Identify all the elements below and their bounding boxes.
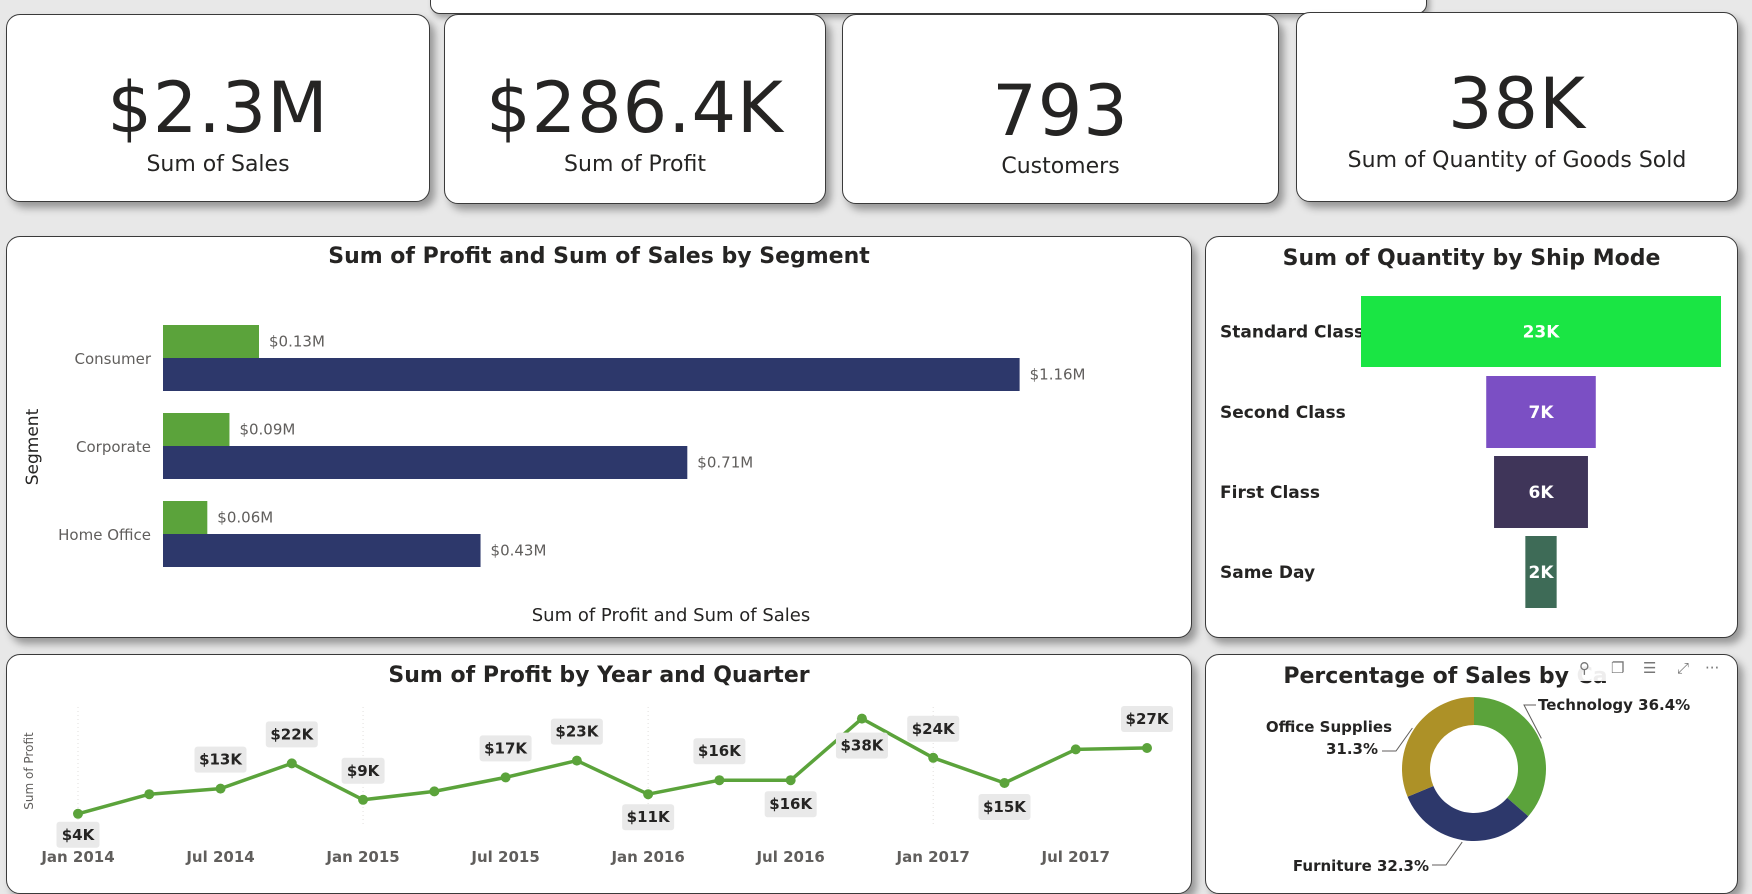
profit-point — [286, 758, 297, 769]
bar-data-label: $0.13M — [269, 333, 325, 351]
segment-tick-label: Corporate — [76, 438, 151, 456]
kpi-card-sales[interactable]: $2.3M Sum of Sales — [6, 14, 430, 202]
bar-data-label: $0.06M — [217, 509, 273, 527]
profit-point — [73, 808, 83, 819]
category-donut-chart: Technology 36.4% Furniture 32.3% Office Su… — [1266, 696, 1690, 875]
funnel-data-label: 7K — [1528, 403, 1554, 423]
kpi-value: $2.3M — [107, 67, 329, 149]
leader-line — [1432, 841, 1463, 866]
profit-point — [358, 794, 369, 805]
ship-mode-label: Same Day — [1220, 563, 1315, 583]
y-axis-title: Sum of Profit — [22, 732, 36, 810]
more-options-icon[interactable]: ··· — [1705, 659, 1719, 677]
funnel-data-label: 23K — [1523, 323, 1561, 343]
line-data-label: $16K — [769, 795, 813, 813]
line-data-label: $24K — [912, 720, 956, 738]
copy-icon[interactable]: ❐ — [1611, 659, 1624, 677]
x-tick-label: Jan 2017 — [896, 848, 970, 866]
kpi-label: Customers — [1001, 154, 1120, 179]
donut-data-label: Technology 36.4% — [1538, 696, 1690, 714]
kpi-label: Sum of Sales — [146, 152, 290, 177]
donut-slice — [1474, 697, 1546, 817]
y-axis-title: Segment — [23, 408, 43, 485]
profit-point — [1142, 743, 1152, 753]
kpi-card-profit[interactable]: $286.4K Sum of Profit — [444, 14, 826, 204]
funnel-data-label: 6K — [1528, 483, 1554, 503]
sales-bar — [163, 446, 688, 479]
kpi-value: 793 — [992, 70, 1129, 152]
filter-icon[interactable]: ☰ — [1643, 659, 1656, 677]
ship-mode-funnel-chart: Standard Class 23K Second Class 7K First Cla… — [1220, 296, 1721, 608]
x-tick-label: Jan 2015 — [325, 848, 399, 866]
focus-mode-icon[interactable]: ⤢ — [1677, 659, 1689, 677]
profit-point — [215, 783, 226, 794]
profit-line-chart-card[interactable]: Sum of Profit by Year and Quarter $4K $13… — [6, 654, 1192, 894]
donut-slice — [1402, 697, 1474, 797]
x-tick-label: Jul 2015 — [470, 848, 539, 866]
profit-point — [856, 713, 867, 724]
bar-data-label: $1.16M — [1030, 366, 1086, 384]
profit-point — [785, 775, 796, 786]
bar-data-label: $0.09M — [239, 421, 295, 439]
visual-header-toolbar: ⚲ ❐ ☰ ⤢ ··· — [1571, 657, 1731, 681]
top-shape — [430, 0, 1427, 14]
donut-data-label: Office Supplies — [1266, 718, 1392, 736]
line-data-label: $4K — [62, 826, 96, 844]
profit-line-chart: $4K $13K $22K $9K $17K $23K $11K $16K $16K $38K $2… — [22, 706, 1173, 866]
bar-data-label: $0.71M — [697, 454, 753, 472]
kpi-label: Sum of Quantity of Goods Sold — [1347, 148, 1687, 173]
segment-tick-label: Home Office — [58, 526, 151, 544]
kpi-card-customers[interactable]: 793 Customers — [842, 14, 1279, 204]
segment-bar-chart-card[interactable]: Sum of Profit and Sum of Sales by Segmen… — [6, 236, 1192, 638]
line-data-label: $17K — [484, 739, 528, 757]
kpi-label: Sum of Profit — [564, 152, 706, 177]
profit-point — [571, 755, 582, 766]
pin-icon[interactable]: ⚲ — [1579, 659, 1590, 677]
profit-bar — [163, 501, 208, 534]
ship-mode-label: First Class — [1220, 483, 1320, 503]
line-data-label: $15K — [983, 798, 1027, 816]
donut-data-label: Furniture 32.3% — [1293, 857, 1429, 875]
profit-point — [999, 778, 1010, 788]
segment-bar-chart: Consumer $0.13M $1.16M Corporate $0.09M $0.71… — [23, 325, 1086, 626]
sales-bar — [163, 534, 481, 567]
profit-point — [928, 752, 939, 763]
segment-tick-label: Consumer — [75, 350, 152, 368]
line-data-label: $13K — [199, 751, 243, 769]
line-data-label: $22K — [270, 725, 314, 743]
kpi-value: $286.4K — [486, 67, 784, 149]
profit-point — [714, 775, 725, 786]
profit-point — [429, 786, 440, 797]
ship-mode-funnel-card[interactable]: Sum of Quantity by Ship Mode Standard Cl… — [1205, 236, 1738, 638]
profit-point — [144, 789, 155, 800]
x-tick-label: Jul 2017 — [1041, 848, 1110, 866]
profit-point — [500, 772, 511, 783]
ship-mode-label: Second Class — [1220, 403, 1346, 423]
line-data-label: $9K — [347, 762, 381, 780]
line-data-label: $11K — [627, 808, 671, 826]
line-data-label: $23K — [555, 723, 599, 741]
x-tick-label: Jan 2014 — [40, 848, 114, 866]
profit-bar — [163, 413, 230, 446]
x-tick-label: Jan 2016 — [610, 848, 684, 866]
line-data-label: $16K — [698, 742, 742, 760]
sales-bar — [163, 358, 1020, 391]
kpi-card-quantity[interactable]: 38K Sum of Quantity of Goods Sold — [1296, 12, 1738, 202]
profit-point — [643, 789, 654, 800]
line-data-label: $38K — [840, 737, 884, 755]
kpi-value: 38K — [1448, 63, 1586, 145]
x-axis-title: Sum of Profit and Sum of Sales — [532, 605, 811, 626]
ship-mode-label: Standard Class — [1220, 323, 1364, 343]
x-tick-label: Jul 2014 — [185, 848, 254, 866]
category-donut-card[interactable]: Percentage of Sales by Ca Technology 36.… — [1205, 654, 1738, 894]
bar-data-label: $0.43M — [491, 542, 547, 560]
donut-data-label: 31.3% — [1326, 740, 1378, 758]
funnel-data-label: 2K — [1528, 563, 1554, 583]
x-tick-label: Jul 2016 — [755, 848, 824, 866]
line-data-label: $27K — [1126, 710, 1170, 728]
profit-bar — [163, 325, 259, 358]
profit-point — [1070, 744, 1081, 755]
